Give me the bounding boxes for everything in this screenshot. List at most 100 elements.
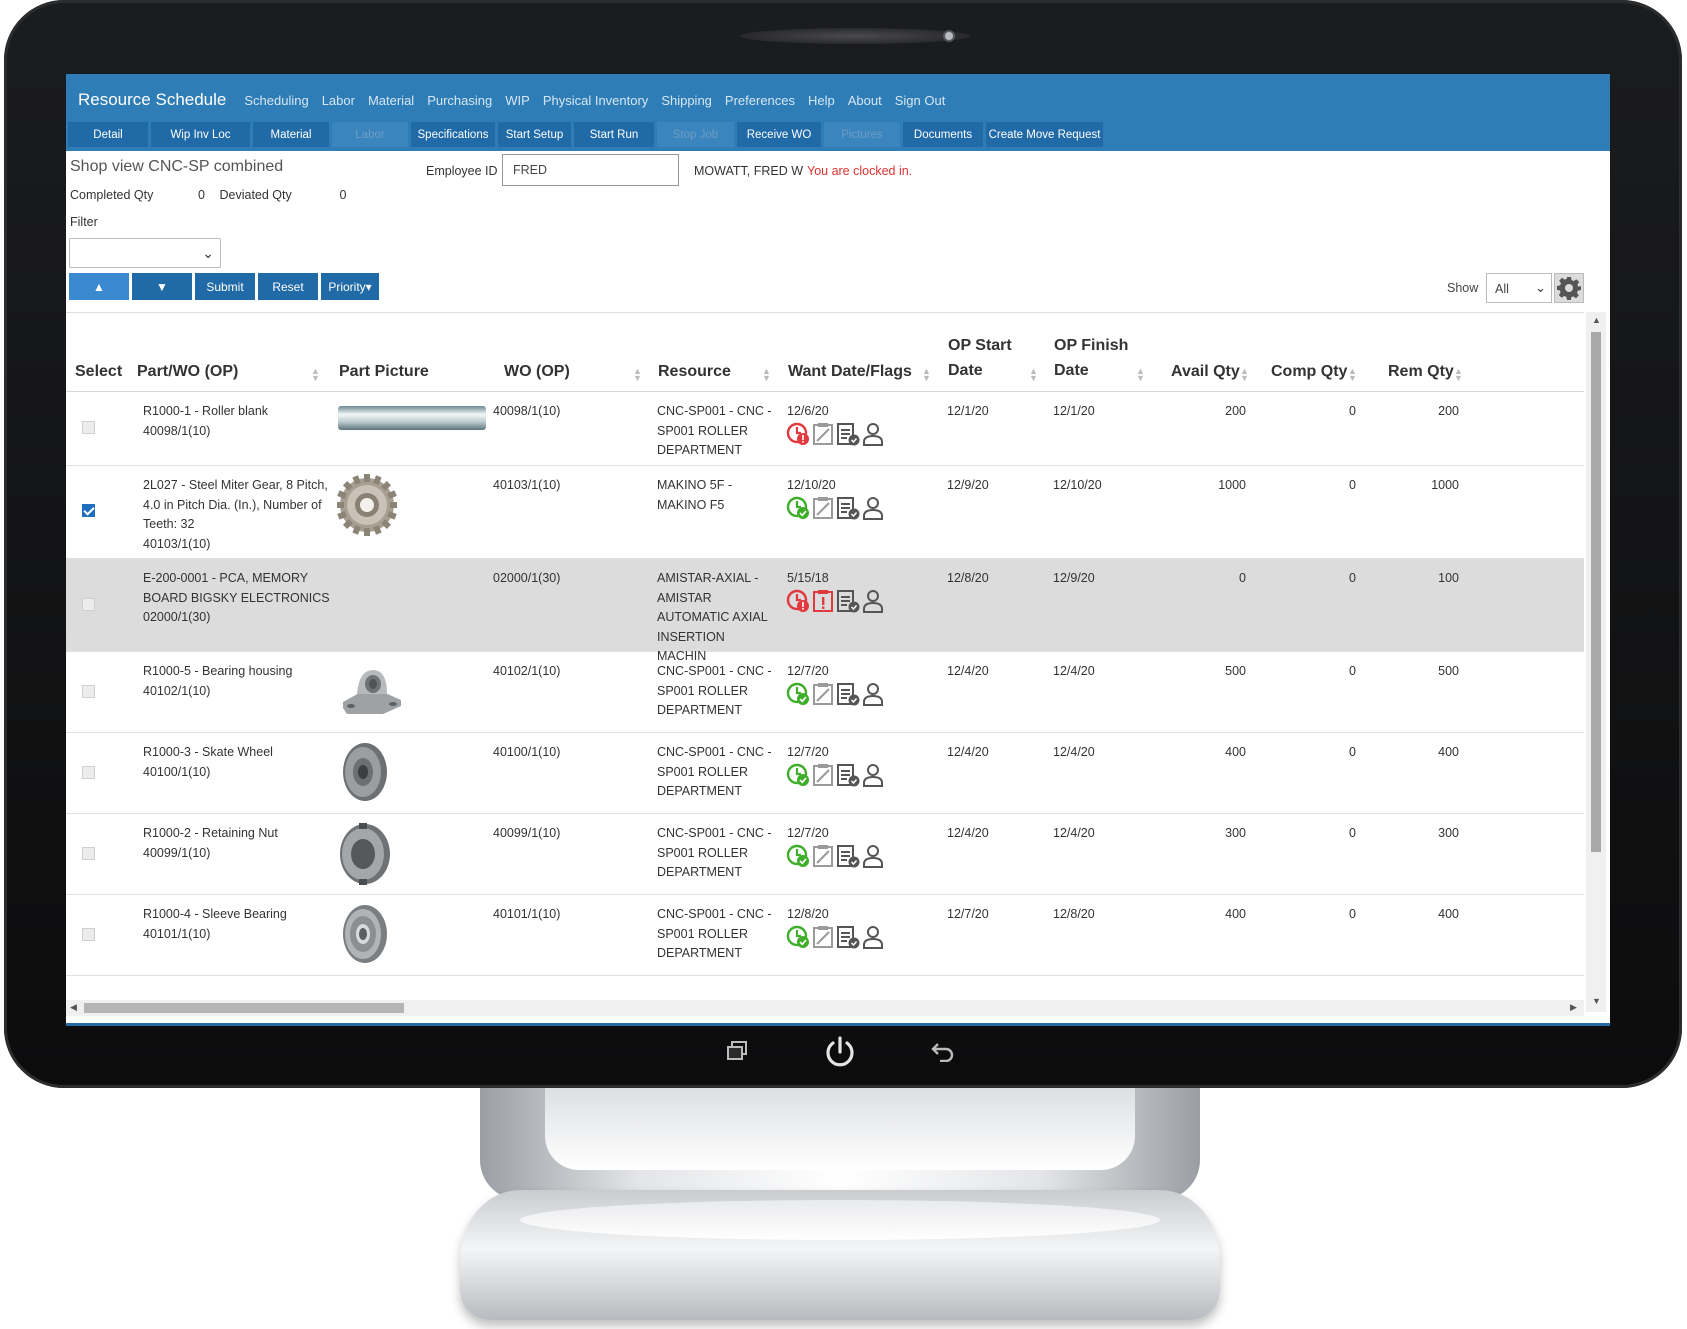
stop-job-button[interactable]: Stop Job [657, 122, 734, 147]
scroll-left-icon[interactable]: ◀ [70, 1002, 77, 1013]
table-row[interactable]: E-200-0001 - PCA, MEMORY BOARD BIGSKY ELE… [66, 559, 1584, 663]
col-comp-qty[interactable]: Comp Qty [1271, 359, 1347, 384]
clock-ok-icon[interactable] [786, 763, 810, 787]
col-select[interactable]: Select [75, 359, 122, 384]
row-select-checkbox[interactable] [82, 685, 95, 698]
row-select-checkbox[interactable] [82, 847, 95, 860]
notepad-icon[interactable] [812, 844, 834, 868]
document-check-icon[interactable] [836, 844, 860, 868]
col-resource[interactable]: Resource [658, 359, 731, 384]
sort-icon[interactable]: ▲ ▼ [762, 367, 771, 383]
table-row[interactable]: R1000-5 - Bearing housing 40102/1(10) 4010… [66, 652, 1584, 733]
detail-button[interactable]: Detail [68, 122, 148, 147]
filter-select[interactable]: ⌄ [69, 238, 221, 268]
nav-material[interactable]: Material [368, 93, 414, 108]
nav-labor[interactable]: Labor [322, 93, 355, 108]
scroll-up-icon[interactable]: ▲ [1592, 315, 1601, 325]
vertical-scrollbar[interactable]: ▲ ▼ [1586, 312, 1606, 1012]
horizontal-scroll-thumb[interactable] [84, 1003, 404, 1013]
person-icon[interactable] [862, 763, 884, 787]
col-part-wo[interactable]: Part/WO (OP) [137, 359, 238, 384]
notepad-icon[interactable] [812, 422, 834, 446]
sort-icon[interactable]: ▲ ▼ [922, 367, 931, 383]
documents-button[interactable]: Documents [903, 122, 983, 147]
reset-button[interactable]: Reset [258, 273, 318, 300]
sort-icon[interactable]: ▲ ▼ [1029, 367, 1038, 383]
material-button[interactable]: Material [253, 122, 329, 147]
part-picture[interactable] [339, 903, 391, 970]
part-picture[interactable] [339, 664, 405, 721]
nav-sign-out[interactable]: Sign Out [895, 93, 946, 108]
table-row[interactable]: R1000-4 - Sleeve Bearing 40101/1(10) 40101… [66, 895, 1584, 976]
part-picture[interactable] [336, 472, 398, 543]
clock-ok-icon[interactable] [786, 925, 810, 949]
create-move-request-button[interactable]: Create Move Request [986, 122, 1103, 147]
person-icon[interactable] [862, 925, 884, 949]
document-check-icon[interactable] [836, 422, 860, 446]
clock-late-icon[interactable] [786, 589, 810, 613]
part-picture[interactable] [337, 822, 393, 891]
col-op-start-date[interactable]: OP Start Date [948, 333, 1012, 383]
gear-icon[interactable] [1554, 273, 1584, 303]
person-icon[interactable] [862, 844, 884, 868]
pictures-button[interactable]: Pictures [824, 122, 900, 147]
sort-icon[interactable]: ▲ ▼ [311, 367, 320, 383]
wip-inv-loc-button[interactable]: Wip Inv Loc [151, 122, 250, 147]
sort-icon[interactable]: ▲ ▼ [1240, 367, 1249, 383]
clock-ok-icon[interactable] [786, 844, 810, 868]
person-icon[interactable] [862, 589, 884, 613]
move-up-button[interactable]: ▲ [69, 273, 129, 300]
scroll-down-icon[interactable]: ▼ [1592, 996, 1601, 1006]
document-check-icon[interactable] [836, 589, 860, 613]
start-setup-button[interactable]: Start Setup [498, 122, 571, 147]
sort-icon[interactable]: ▲ ▼ [1454, 367, 1463, 383]
document-check-icon[interactable] [836, 925, 860, 949]
table-row[interactable]: R1000-1 - Roller blank 40098/1(10) 40098/1… [66, 392, 1584, 466]
person-icon[interactable] [862, 422, 884, 446]
back-icon[interactable] [930, 1040, 956, 1062]
col-want-date-flags[interactable]: Want Date/Flags [788, 359, 912, 384]
notepad-icon[interactable] [812, 763, 834, 787]
show-select[interactable]: All ⌄ [1486, 273, 1552, 303]
document-check-icon[interactable] [836, 496, 860, 520]
col-rem-qty[interactable]: Rem Qty [1388, 359, 1454, 384]
nav-physical-inventory[interactable]: Physical Inventory [543, 93, 649, 108]
notepad-icon[interactable] [812, 925, 834, 949]
scroll-right-icon[interactable]: ▶ [1570, 1002, 1577, 1013]
submit-button[interactable]: Submit [195, 273, 255, 300]
clock-ok-icon[interactable] [786, 496, 810, 520]
notepad-alert-icon[interactable] [812, 589, 834, 613]
row-select-checkbox[interactable] [82, 504, 95, 517]
sort-icon[interactable]: ▲ ▼ [633, 367, 642, 383]
horizontal-scrollbar[interactable]: ◀ ▶ [66, 1000, 1584, 1016]
row-select-checkbox[interactable] [82, 421, 95, 434]
col-op-finish-date[interactable]: OP Finish Date [1054, 333, 1128, 383]
person-icon[interactable] [862, 682, 884, 706]
row-select-checkbox[interactable] [82, 928, 95, 941]
clock-late-icon[interactable] [786, 422, 810, 446]
nav-preferences[interactable]: Preferences [725, 93, 795, 108]
notepad-icon[interactable] [812, 496, 834, 520]
person-icon[interactable] [862, 496, 884, 520]
move-down-button[interactable]: ▼ [132, 273, 192, 300]
col-wo-op[interactable]: WO (OP) [504, 359, 570, 384]
labor-button[interactable]: Labor [332, 122, 408, 147]
sort-icon[interactable]: ▲ ▼ [1348, 367, 1357, 383]
employee-id-input[interactable]: FRED [502, 154, 679, 186]
nav-shipping[interactable]: Shipping [661, 93, 712, 108]
document-check-icon[interactable] [836, 763, 860, 787]
vertical-scroll-thumb[interactable] [1591, 332, 1601, 852]
document-check-icon[interactable] [836, 682, 860, 706]
part-picture[interactable] [337, 404, 487, 437]
sort-icon[interactable]: ▲ ▼ [1136, 367, 1145, 383]
table-row[interactable]: R1000-3 - Skate Wheel 40100/1(10) 40100/1(… [66, 733, 1584, 814]
table-row[interactable]: R1000-2 - Retaining Nut 40099/1(10) 40099/… [66, 814, 1584, 895]
nav-help[interactable]: Help [808, 93, 835, 108]
nav-purchasing[interactable]: Purchasing [427, 93, 492, 108]
clock-ok-icon[interactable] [786, 682, 810, 706]
window-switch-icon[interactable] [726, 1040, 750, 1062]
app-title[interactable]: Resource Schedule [78, 90, 226, 110]
col-avail-qty[interactable]: Avail Qty [1171, 359, 1240, 384]
specifications-button[interactable]: Specifications [411, 122, 495, 147]
row-select-checkbox[interactable] [82, 766, 95, 779]
